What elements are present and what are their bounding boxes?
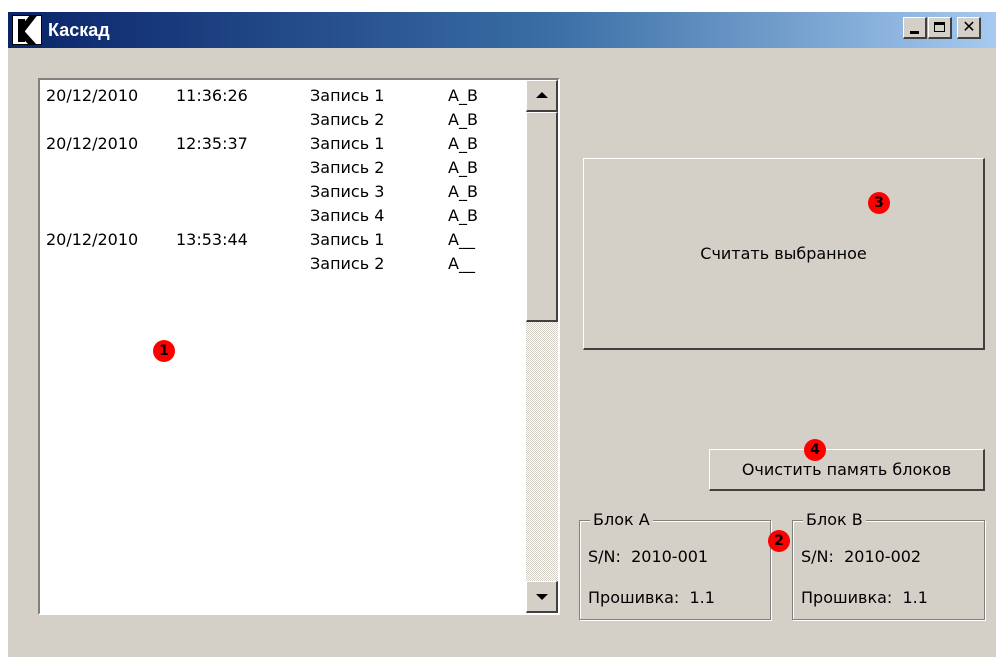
block-b-fw-value: 1.1 xyxy=(902,588,928,607)
close-button[interactable]: ✕ xyxy=(957,17,981,39)
maximize-icon xyxy=(934,22,945,32)
record-date: 20/12/2010 xyxy=(46,230,139,249)
scroll-down-button[interactable] xyxy=(526,581,558,613)
block-a-title: Блок А xyxy=(590,509,653,531)
list-item[interactable]: Запись 2 A_B xyxy=(40,156,526,180)
record-blocks: A_B xyxy=(448,182,478,201)
maximize-button[interactable] xyxy=(928,17,952,39)
record-blocks: A_B xyxy=(448,158,478,177)
window-title: Каскад xyxy=(48,20,110,40)
records-list-content: 20/12/2010 11:36:26 Запись 1 A_B Запись 2 A_B… xyxy=(40,80,526,613)
scroll-thumb[interactable] xyxy=(526,112,558,322)
record-name: Запись 2 xyxy=(310,110,385,129)
records-list[interactable]: 20/12/2010 11:36:26 Запись 1 A_B Запись 2 A_B… xyxy=(38,78,560,615)
record-blocks: A_B xyxy=(448,110,478,129)
block-b-sn-value: 2010-002 xyxy=(844,547,922,566)
block-a-firmware: Прошивка: 1.1 xyxy=(588,587,715,609)
app-logo-k-icon xyxy=(12,15,42,45)
title-bar[interactable]: Каскад ✕ xyxy=(8,12,996,48)
list-item[interactable]: Запись 2 A_B xyxy=(40,108,526,132)
list-item[interactable]: Запись 4 A_B xyxy=(40,204,526,228)
record-blocks: A__ xyxy=(448,254,475,273)
record-blocks: A_B xyxy=(448,86,478,105)
list-item[interactable]: 20/12/2010 13:53:44 Запись 1 A__ xyxy=(40,228,526,252)
arrow-up-icon xyxy=(536,92,548,98)
block-b-firmware: Прошивка: 1.1 xyxy=(801,587,928,609)
callout-marker-2: 2 xyxy=(768,530,790,552)
scroll-up-button[interactable] xyxy=(526,80,558,112)
callout-marker-3: 3 xyxy=(868,192,890,214)
block-a-fw-value: 1.1 xyxy=(689,588,715,607)
block-a-fw-label: Прошивка: xyxy=(588,588,680,607)
record-time: 11:36:26 xyxy=(176,86,248,105)
block-b-fw-label: Прошивка: xyxy=(801,588,893,607)
record-name: Запись 4 xyxy=(310,206,385,225)
clear-memory-button[interactable]: Очистить память блоков xyxy=(709,449,985,491)
read-selected-label: Считать выбранное xyxy=(700,244,867,263)
clear-memory-label: Очистить память блоков xyxy=(741,460,952,479)
close-icon: ✕ xyxy=(962,17,976,36)
callout-marker-4: 4 xyxy=(804,439,826,461)
record-blocks: A_B xyxy=(448,206,478,225)
record-name: Запись 1 xyxy=(310,86,385,105)
record-name: Запись 1 xyxy=(310,134,385,153)
record-name: Запись 1 xyxy=(310,230,385,249)
arrow-down-icon xyxy=(536,594,548,600)
block-b-title: Блок В xyxy=(803,509,866,531)
block-a-group: Блок А S/N: 2010-001 Прошивка: 1.1 xyxy=(579,509,771,620)
record-date: 20/12/2010 xyxy=(46,134,139,153)
records-list-scrollbar[interactable] xyxy=(526,80,558,613)
list-item[interactable]: Запись 2 A__ xyxy=(40,252,526,276)
minimize-icon xyxy=(910,31,919,34)
app-window: Каскад ✕ 20/12/2010 11:36:26 Запись 1 A_B За… xyxy=(8,12,996,657)
record-time: 13:53:44 xyxy=(176,230,248,249)
record-blocks: A_B xyxy=(448,134,478,153)
record-name: Запись 2 xyxy=(310,254,385,273)
callout-marker-1: 1 xyxy=(153,340,175,362)
record-name: Запись 2 xyxy=(310,158,385,177)
record-time: 12:35:37 xyxy=(176,134,248,153)
read-selected-button[interactable]: Считать выбранное xyxy=(583,158,985,350)
list-item[interactable]: 20/12/2010 11:36:26 Запись 1 A_B xyxy=(40,84,526,108)
list-item[interactable]: 20/12/2010 12:35:37 Запись 1 A_B xyxy=(40,132,526,156)
block-a-sn-label: S/N: xyxy=(588,547,621,566)
record-name: Запись 3 xyxy=(310,182,385,201)
block-b-sn-label: S/N: xyxy=(801,547,834,566)
block-a-sn-value: 2010-001 xyxy=(631,547,709,566)
record-date: 20/12/2010 xyxy=(46,86,139,105)
record-blocks: A__ xyxy=(448,230,475,249)
block-a-serial: S/N: 2010-001 xyxy=(588,546,708,568)
block-b-group: Блок В S/N: 2010-002 Прошивка: 1.1 xyxy=(792,509,985,620)
list-item[interactable]: Запись 3 A_B xyxy=(40,180,526,204)
minimize-button[interactable] xyxy=(903,17,927,39)
block-b-serial: S/N: 2010-002 xyxy=(801,546,921,568)
